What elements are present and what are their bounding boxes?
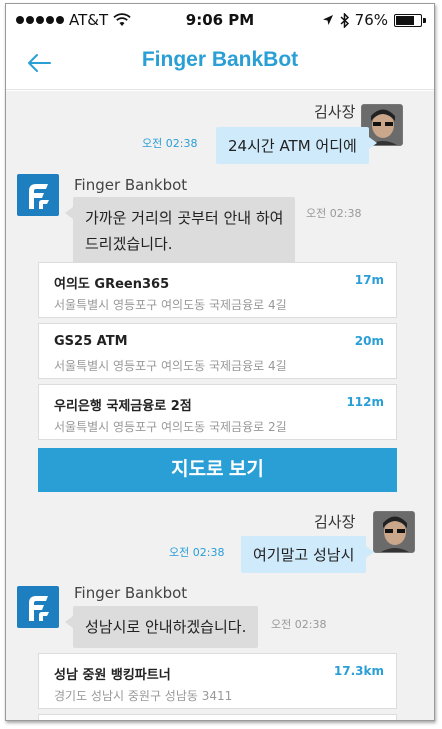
atm-result-card[interactable]: 우리은행 국제금융로 2점 서울특별시 영등포구 여의도동 국제금융로 2길 1… <box>38 384 397 440</box>
user-name: 김사장 <box>314 513 356 531</box>
atm-name: 성남 중원 뱅킹파트너 <box>54 668 171 683</box>
view-map-button[interactable]: 지도로 보기 <box>38 448 397 492</box>
message-time: 오전 02:38 <box>271 618 327 631</box>
atm-result-card-partial[interactable] <box>38 714 397 720</box>
atm-distance: 20m <box>354 334 384 348</box>
phone-screen: AT&T 9:06 PM 76% Finger BankBot 김사장 오전 0… <box>5 3 435 721</box>
atm-distance: 17m <box>354 273 384 287</box>
bot-logo <box>17 174 59 216</box>
atm-address: 서울특별시 영등포구 여의도동 국제금융로 4길 <box>54 298 287 312</box>
user-message: 여기말고 성남시 <box>241 536 375 573</box>
bot-message: 가까운 거리의 곳부터 안내 하여 드리겠습니다. <box>64 197 296 265</box>
bot-message-line: 드리겠습니다. <box>85 235 173 253</box>
atm-name: GS25 ATM <box>54 334 128 349</box>
nav-bar: Finger BankBot <box>6 34 434 90</box>
atm-result-card[interactable]: 성남 중원 뱅킹파트너 경기도 성남시 중원구 성남동 3411 17.3km <box>38 653 397 709</box>
bot-message: 성남시로 안내하겠습니다. <box>64 606 259 648</box>
atm-address: 서울특별시 영등포구 여의도동 국제금융로 4길 <box>54 359 287 373</box>
chat-area[interactable]: 김사장 오전 02:38 24시간 ATM 어디에 Finger Bankbot… <box>6 91 434 720</box>
message-time: 오전 02:38 <box>306 207 362 220</box>
battery-percent: 76% <box>354 11 388 29</box>
user-message: 24시간 ATM 어디에 <box>216 127 377 164</box>
bot-logo <box>17 586 59 628</box>
status-bar: AT&T 9:06 PM 76% <box>6 4 434 34</box>
atm-name: 여의도 GReen365 <box>54 277 170 292</box>
page-title: Finger BankBot <box>141 48 299 71</box>
finger-logo-icon <box>29 596 49 621</box>
status-right: 76% <box>322 11 426 29</box>
battery-icon <box>394 13 426 27</box>
user-avatar <box>373 511 415 553</box>
atm-address: 경기도 성남시 중원구 성남동 3411 <box>54 689 233 703</box>
atm-address: 서울특별시 영등포구 여의도동 국제금융로 2길 <box>54 420 287 434</box>
atm-result-card[interactable]: GS25 ATM 서울특별시 영등포구 여의도동 국제금융로 4길 20m <box>38 323 397 379</box>
bot-name: Finger Bankbot <box>74 176 188 194</box>
battery-level <box>396 15 415 25</box>
atm-result-card[interactable]: 여의도 GReen365 서울특별시 영등포구 여의도동 국제금융로 4길 17… <box>38 262 397 318</box>
atm-name: 우리은행 국제금융로 2점 <box>54 399 192 414</box>
message-time: 오전 02:38 <box>142 137 198 150</box>
atm-distance: 112m <box>346 395 384 409</box>
message-time: 오전 02:38 <box>169 546 225 559</box>
bot-name: Finger Bankbot <box>74 584 188 602</box>
finger-logo-icon <box>29 184 49 209</box>
bluetooth-icon <box>340 12 349 28</box>
bot-message-line: 가까운 거리의 곳부터 안내 하여 <box>85 209 284 227</box>
user-name: 김사장 <box>314 103 356 121</box>
location-arrow-icon <box>322 15 333 25</box>
atm-distance: 17.3km <box>333 664 384 678</box>
